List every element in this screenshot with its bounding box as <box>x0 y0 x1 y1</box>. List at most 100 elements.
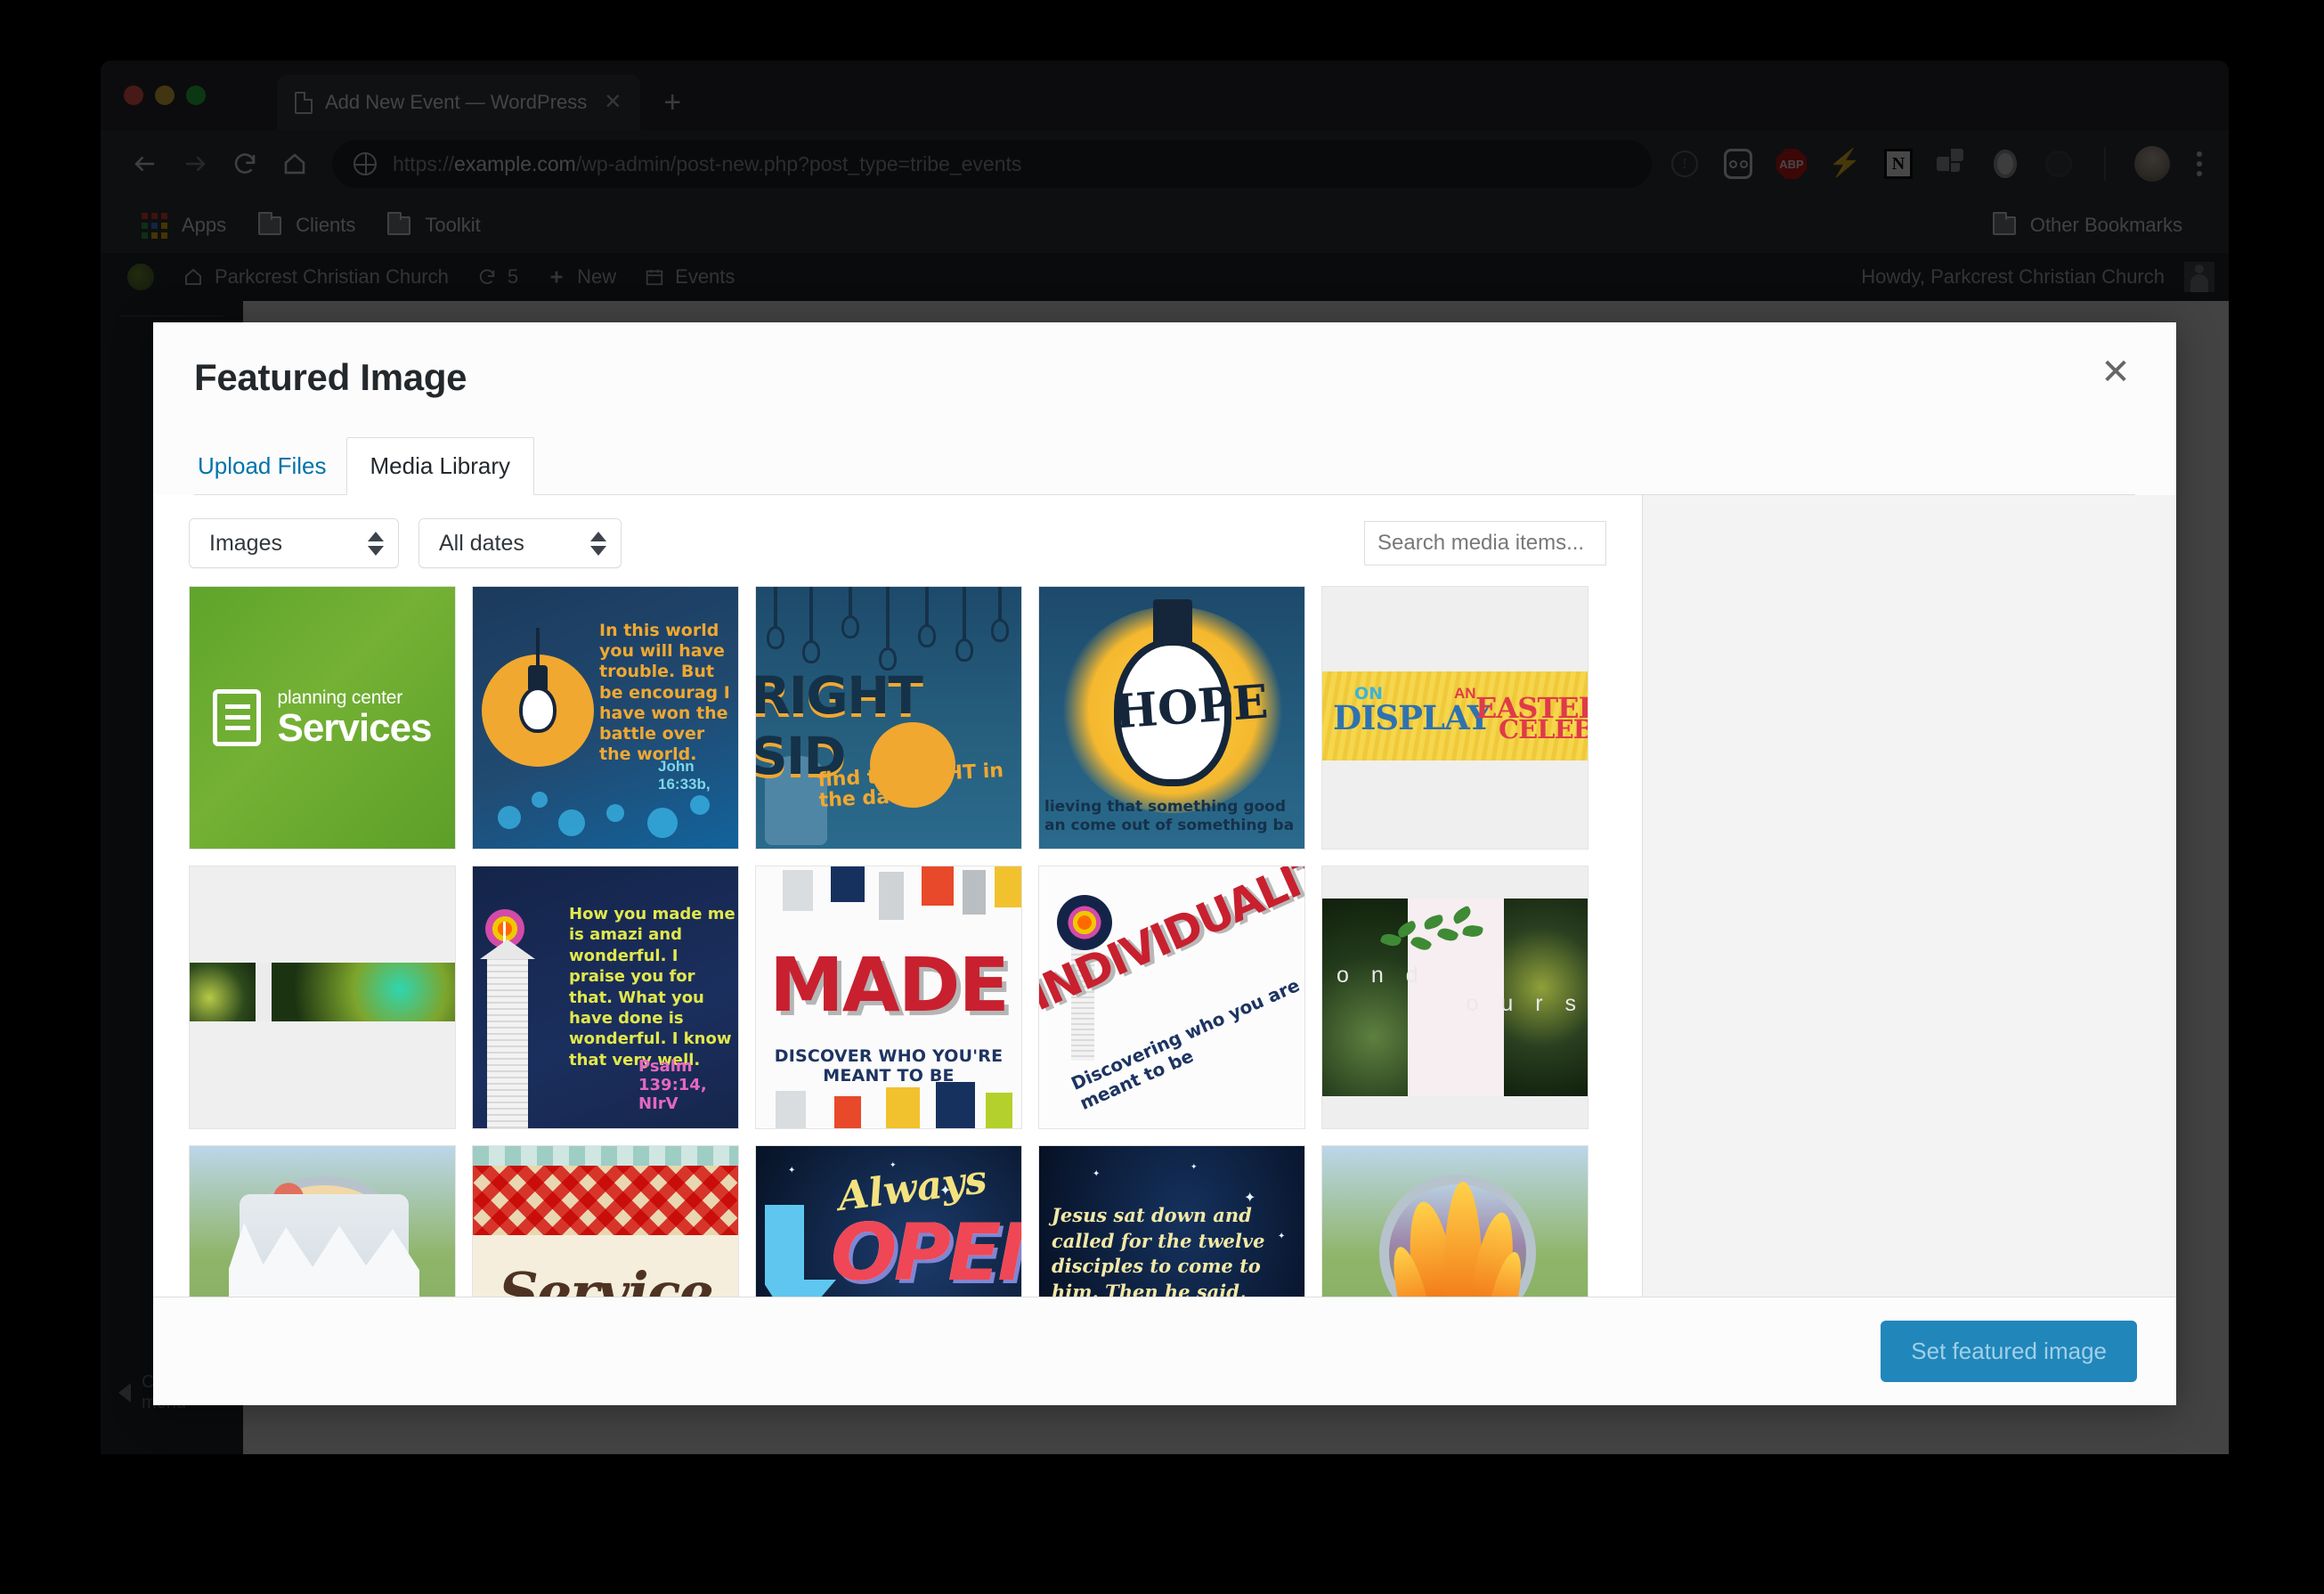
chevron-updown-icon <box>590 531 606 556</box>
media-word-celeb: CELEB <box>1499 714 1589 744</box>
bookmark-label: Other Bookmarks <box>2029 214 2182 236</box>
events-link[interactable]: Events <box>630 265 749 289</box>
media-item-always-open[interactable]: ✦ ✦ ✦ ✦ Always OPEN WITH A SO <box>755 1145 1022 1297</box>
collapse-arrow-icon <box>118 1383 131 1403</box>
media-type-filter[interactable]: Images <box>189 518 399 568</box>
media-item-leaf-banner[interactable]: o n d o u r s <box>1321 866 1589 1129</box>
updates-link[interactable]: 5 <box>463 265 532 289</box>
extension-toolbar: ! ABP ⚡ N <box>1668 146 2209 182</box>
modal-tabs: Upload Files Media Library <box>194 436 2135 495</box>
modal-footer: Set featured image <box>153 1297 2176 1405</box>
bookmark-label: Apps <box>182 214 227 236</box>
disabled-extension-icon[interactable] <box>2042 147 2076 181</box>
media-item-hope[interactable]: HOPE lieving that something good an come… <box>1038 586 1305 850</box>
chevron-updown-icon <box>368 531 384 556</box>
media-word-open: OPEN <box>831 1207 1021 1297</box>
toolkit-folder[interactable]: Toolkit <box>371 211 496 237</box>
set-featured-image-button[interactable]: Set featured image <box>1881 1321 2137 1382</box>
lightning-icon[interactable]: ⚡ <box>1828 147 1862 181</box>
notion-icon[interactable]: N <box>1881 147 1915 181</box>
toolbar-divider <box>2104 147 2106 181</box>
media-grid-scroll[interactable]: planning center Services In this world y… <box>153 586 1642 1297</box>
avatar[interactable] <box>2134 146 2170 182</box>
close-icon[interactable]: ✕ <box>2094 354 2137 397</box>
tab-strip: Add New Event — WordPress ✕ + <box>101 61 2229 130</box>
tab-title: Add New Event — WordPress <box>325 91 588 113</box>
page-icon <box>295 91 313 114</box>
media-item-jesus-disciples[interactable]: ✦ ✦ ✦ ✦ Jesus sat down and called for th… <box>1038 1145 1305 1297</box>
bookmarks-bar: Apps Clients Toolkit Other Bookmarks <box>101 198 2229 253</box>
browser-toolbar: https://example.com/wp-admin/post-new.ph… <box>101 130 2229 198</box>
chrome-menu-icon[interactable] <box>2190 151 2209 176</box>
media-item-individuality[interactable]: INDIVIDUALITY Discovering who you are me… <box>1038 866 1305 1129</box>
adblock-plus-icon[interactable]: ABP <box>1775 147 1808 181</box>
site-name-link[interactable]: Parkcrest Christian Church <box>168 265 463 289</box>
other-bookmarks-folder[interactable]: Other Bookmarks <box>1977 211 2198 237</box>
media-toolbar: Images All dates <box>153 495 1642 586</box>
address-bar[interactable]: https://example.com/wp-admin/post-new.ph… <box>332 140 1652 188</box>
media-item-made[interactable]: MADE DISCOVER WHO YOU'RE MEANT TO BE <box>755 866 1022 1129</box>
divider <box>120 315 223 317</box>
banner-art: ON DISPLAY AN EASTER CELEB <box>1322 671 1588 760</box>
new-tab-button[interactable]: + <box>663 87 681 118</box>
folder-icon <box>258 211 282 235</box>
leaf-branch-icon <box>1379 904 1488 966</box>
lightbulb-icon: HOPE <box>1112 599 1270 788</box>
clipboard-icon <box>213 689 262 746</box>
media-item-fire-bush[interactable] <box>1321 1145 1589 1297</box>
banner-art <box>190 963 455 1021</box>
media-item-dark-banner[interactable] <box>189 866 456 1129</box>
maximize-window-button[interactable] <box>186 85 206 105</box>
new-content-link[interactable]: New <box>532 265 630 289</box>
site-name: Parkcrest Christian Church <box>215 265 449 288</box>
close-icon[interactable]: ✕ <box>599 92 626 113</box>
media-item-on-display-easter[interactable]: ON DISPLAY AN EASTER CELEB <box>1321 586 1589 850</box>
featured-image-modal: Featured Image ✕ Upload Files Media Libr… <box>153 322 2176 1405</box>
clients-folder[interactable]: Clients <box>242 211 371 237</box>
back-icon[interactable] <box>120 139 170 189</box>
media-subtitle: DISCOVER WHO YOU'RE MEANT TO BE <box>774 1046 1004 1086</box>
search-input[interactable] <box>1364 521 1606 565</box>
info-icon[interactable]: ! <box>1668 147 1702 181</box>
tab-upload-files[interactable]: Upload Files <box>194 452 346 494</box>
lightbulb-icon <box>519 628 557 744</box>
media-item-in-this-world[interactable]: In this world you will have trouble. But… <box>472 586 739 850</box>
media-caption-line2: Services <box>277 706 432 750</box>
howdy-menu[interactable]: Howdy, Parkcrest Christian Church <box>1847 262 2229 292</box>
media-caption: Jesus sat down and called for the twelve… <box>1052 1204 1265 1297</box>
oval-extension-icon[interactable] <box>1988 147 2022 181</box>
pocket-icon[interactable] <box>1721 147 1755 181</box>
browser-tab[interactable]: Add New Event — WordPress ✕ <box>277 75 641 130</box>
forward-icon[interactable] <box>170 139 220 189</box>
tab-media-library[interactable]: Media Library <box>345 437 535 495</box>
modal-header: Featured Image ✕ Upload Files Media Libr… <box>153 322 2176 495</box>
minimize-window-button[interactable] <box>155 85 175 105</box>
close-window-button[interactable] <box>124 85 143 105</box>
media-title: Service <box>499 1260 714 1297</box>
media-item-psalm-139[interactable]: How you made me is amazi and wonderful. … <box>472 866 739 1129</box>
media-item-service[interactable]: Service LEADING A HEAD TO <box>472 1145 739 1297</box>
media-item-cup-splash[interactable] <box>189 1145 456 1297</box>
media-word-right: o u r s <box>1466 991 1584 1016</box>
new-label: New <box>577 265 617 288</box>
media-date-filter[interactable]: All dates <box>418 518 622 568</box>
media-word-an: AN <box>1454 685 1476 702</box>
apps-shortcut[interactable]: Apps <box>126 212 242 239</box>
media-word-display: DISPLAY <box>1333 698 1491 737</box>
events-label: Events <box>675 265 735 288</box>
avatar <box>2184 262 2214 292</box>
home-icon[interactable] <box>270 139 320 189</box>
media-item-bright-side[interactable]: RIGHT SID find the LIGHT in the da <box>755 586 1022 850</box>
media-library-panel: Images All dates Search media items... p… <box>153 495 1642 1297</box>
folder-icon <box>1992 211 2016 235</box>
wp-admin-bar: Parkcrest Christian Church 5 New Events … <box>101 253 2229 301</box>
howdy-label: Howdy, Parkcrest Christian Church <box>1861 265 2165 288</box>
reload-icon[interactable] <box>220 139 270 189</box>
page-title: Featured Image <box>194 356 467 398</box>
wordpress-logo[interactable] <box>113 264 168 290</box>
media-caption-line1: planning center <box>277 687 403 708</box>
window-controls <box>124 85 206 105</box>
media-item-planning-center-services[interactable]: planning center Services <box>189 586 456 850</box>
pinterest-save-icon[interactable] <box>1935 147 1969 181</box>
apps-grid-icon <box>142 212 167 239</box>
